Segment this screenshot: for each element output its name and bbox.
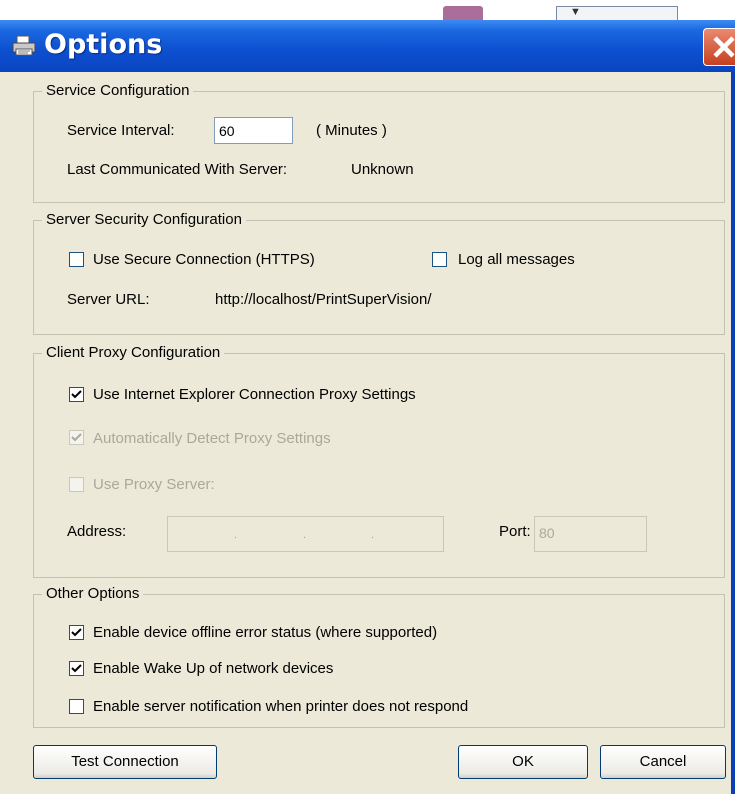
service-configuration-legend: Service Configuration	[42, 82, 194, 100]
https-checkbox[interactable]	[69, 252, 84, 267]
use-proxy-server-checkbox	[69, 477, 84, 492]
server-notification-label[interactable]: Enable server notification when printer …	[93, 698, 468, 716]
ip-dot: .	[234, 529, 238, 541]
close-icon	[713, 36, 735, 58]
last-communicated-value: Unknown	[351, 161, 414, 178]
test-connection-button[interactable]: Test Connection	[33, 745, 217, 779]
checkmark-icon	[71, 433, 82, 442]
last-communicated-label: Last Communicated With Server:	[67, 161, 288, 178]
server-notification-checkbox[interactable]	[69, 699, 84, 714]
close-button[interactable]	[703, 28, 735, 66]
address-input: . . .	[167, 516, 444, 552]
client-proxy-group: Client Proxy Configuration Use Internet …	[33, 344, 725, 578]
log-all-messages-checkbox[interactable]	[432, 252, 447, 267]
port-input: 80	[534, 516, 647, 552]
checkmark-icon	[71, 390, 82, 399]
client-proxy-legend: Client Proxy Configuration	[42, 344, 225, 362]
server-security-group: Server Security Configuration Use Secure…	[33, 211, 725, 335]
checkmark-icon	[71, 628, 82, 637]
background-tab	[443, 6, 483, 20]
log-all-messages-label[interactable]: Log all messages	[458, 251, 575, 269]
server-url-value: http://localhost/PrintSuperVision/	[215, 291, 432, 308]
checkmark-icon	[71, 664, 82, 673]
auto-detect-proxy-label: Automatically Detect Proxy Settings	[93, 430, 331, 447]
other-options-legend: Other Options	[42, 585, 144, 603]
ip-dot: .	[371, 529, 375, 541]
cancel-button[interactable]: Cancel	[600, 745, 726, 779]
port-label: Port:	[499, 523, 531, 540]
other-options-group: Other Options Enable device offline erro…	[33, 585, 725, 728]
service-interval-label: Service Interval:	[67, 122, 175, 139]
ip-dot: .	[303, 529, 307, 541]
service-configuration-group: Service Configuration Service Interval: …	[33, 82, 725, 203]
service-interval-input[interactable]	[214, 117, 293, 144]
window-right-border	[731, 72, 735, 794]
address-label: Address:	[67, 523, 127, 540]
title-bar[interactable]: Options	[0, 20, 735, 72]
background-window-strip: ▼	[0, 0, 735, 22]
ok-button[interactable]: OK	[458, 745, 588, 779]
options-dialog: ▼ Options Service Configuration Service …	[0, 0, 735, 794]
background-dropdown-arrow-icon: ▼	[570, 6, 581, 18]
ie-proxy-label[interactable]: Use Internet Explorer Connection Proxy S…	[93, 386, 416, 404]
offline-status-label[interactable]: Enable device offline error status (wher…	[93, 624, 437, 642]
auto-detect-proxy-checkbox	[69, 430, 84, 445]
https-label[interactable]: Use Secure Connection (HTTPS)	[93, 251, 315, 269]
window-title: Options	[44, 29, 163, 60]
use-proxy-server-label: Use Proxy Server:	[93, 476, 215, 493]
printer-icon	[12, 35, 36, 56]
wake-up-label[interactable]: Enable Wake Up of network devices	[93, 660, 333, 678]
server-security-legend: Server Security Configuration	[42, 211, 246, 229]
offline-status-checkbox[interactable]	[69, 625, 84, 640]
service-interval-unit: ( Minutes )	[316, 122, 387, 139]
server-url-label: Server URL:	[67, 291, 150, 308]
wake-up-checkbox[interactable]	[69, 661, 84, 676]
ie-proxy-checkbox[interactable]	[69, 387, 84, 402]
